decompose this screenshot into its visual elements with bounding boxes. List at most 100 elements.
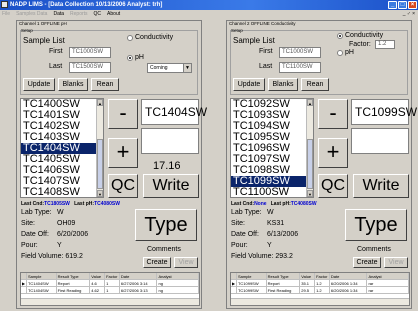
menu-item-samples-data[interactable]: Samples Data xyxy=(16,10,47,19)
grid-header-cell[interactable]: Result Type xyxy=(266,273,301,280)
qc-button[interactable]: QC xyxy=(318,174,348,198)
scroll-up-icon[interactable]: ▲ xyxy=(97,99,103,106)
maximize-button[interactable]: □ xyxy=(398,1,407,9)
list-scrollbar[interactable]: ▲ ▼ xyxy=(96,99,103,197)
first-field[interactable]: TC1000SW xyxy=(69,47,111,58)
grid-cell: 1.2 xyxy=(315,280,330,287)
grid-header-cell[interactable]: Result Type xyxy=(56,273,91,280)
first-label: First xyxy=(259,48,273,55)
type-button[interactable]: Type xyxy=(345,209,407,241)
table-row[interactable]: TC1099SW First Reading 29.5 1.2 6/20/2006 1:… xyxy=(231,287,409,294)
view-button[interactable]: View xyxy=(174,257,198,268)
create-button[interactable]: Create xyxy=(353,257,381,268)
grid-header-cell[interactable]: Sample xyxy=(236,273,267,280)
window-title: NADP LIMS - [Data Collection 10/13/2006 … xyxy=(10,2,163,8)
grid-header-cell[interactable]: Sample xyxy=(26,273,57,280)
minus-button[interactable]: - xyxy=(318,99,348,129)
channel-2-panel: Channel 2 OFFLINE Conductivity Setup Sampl… xyxy=(226,20,417,309)
last-field[interactable]: TC1500SW xyxy=(69,62,111,73)
results-grid: Sample Result Type Value Factor Date Analyst ▶… xyxy=(20,272,200,306)
grid-header-cell[interactable]: Value xyxy=(90,273,106,280)
write-button[interactable]: Write xyxy=(353,174,409,198)
minus-button[interactable]: - xyxy=(108,99,138,129)
field-volume-row: Field Volume: 619.2 xyxy=(21,253,83,260)
table-row[interactable]: ▶ TC1099SW Report 35.1 1.2 6/20/2006 1:34 rar xyxy=(231,280,409,287)
factor-field[interactable]: 1.2 xyxy=(375,40,395,49)
scroll-down-icon[interactable]: ▼ xyxy=(97,190,103,197)
date-off-row: Date Off: 6/20/2006 xyxy=(21,231,88,238)
current-sample-display: TC1404SW xyxy=(141,99,207,125)
last-readings-line: Last Cnd:TC1805SW Last pH:TC4080SW xyxy=(21,201,120,207)
scroll-thumb[interactable] xyxy=(97,139,103,189)
grid-cell: 35.1 xyxy=(300,280,316,287)
lab-type-value: W xyxy=(57,209,64,216)
menu-item-file[interactable]: File xyxy=(2,10,10,19)
conductivity-radio-label: Conductivity xyxy=(135,34,174,41)
first-label: First xyxy=(49,48,63,55)
blanks-button[interactable]: Blanks xyxy=(268,78,298,91)
table-row[interactable]: TC1404SW First Reading 4.62 1 6/27/2006 3:13… xyxy=(21,287,199,294)
qc-button[interactable]: QC xyxy=(108,174,138,198)
create-button[interactable]: Create xyxy=(143,257,171,268)
rean-button[interactable]: Rean xyxy=(91,78,119,91)
scroll-up-icon[interactable]: ▲ xyxy=(307,99,313,106)
pour-row: Pour: Y xyxy=(231,242,272,249)
last-readings-line: Last Cnd:None Last pH:TC4080SW xyxy=(231,201,317,207)
grid-scrollbar[interactable] xyxy=(231,298,409,305)
close-button[interactable]: × xyxy=(408,1,417,9)
grid-header-cell[interactable]: Factor xyxy=(315,273,330,280)
update-button[interactable]: Update xyxy=(233,78,265,91)
grid-header-row: Sample Result Type Value Factor Date Analyst xyxy=(21,273,199,280)
grid-cell: ng xyxy=(157,287,199,294)
list-item[interactable]: TC1408SW xyxy=(21,187,103,198)
list-item[interactable]: TC1100SW xyxy=(231,187,313,198)
menu-item-qc[interactable]: QC xyxy=(94,10,102,19)
grid-header-cell[interactable]: Value xyxy=(300,273,316,280)
channel-title: Channel 1 OFFLINE pH xyxy=(19,21,67,26)
pour-label: Pour: xyxy=(231,242,248,249)
lab-type-row: Lab Type: W xyxy=(21,209,64,216)
view-button[interactable]: View xyxy=(384,257,408,268)
grid-cell: 6/27/2006 3:14 xyxy=(119,280,158,287)
factor-label: Factor: xyxy=(349,41,371,48)
grid-header-cell[interactable]: Factor xyxy=(105,273,120,280)
menu-item-reports[interactable]: Reports xyxy=(70,10,88,19)
site-label: Site: xyxy=(21,220,36,227)
grid-cell: Report xyxy=(56,280,91,287)
rean-button[interactable]: Rean xyxy=(301,78,329,91)
grid-scrollbar[interactable] xyxy=(21,298,199,305)
chevron-down-icon[interactable]: ▼ xyxy=(183,64,191,72)
child-window-controls[interactable]: _ ♂ × xyxy=(403,10,415,19)
scroll-thumb[interactable] xyxy=(307,139,313,189)
scroll-down-icon[interactable]: ▼ xyxy=(307,190,313,197)
write-button[interactable]: Write xyxy=(143,174,199,198)
menu-item-about[interactable]: About xyxy=(107,10,120,19)
grid-header-cell[interactable]: Analyst xyxy=(367,273,409,280)
ph-radio-dot xyxy=(337,49,343,56)
ph-radio[interactable]: pH xyxy=(337,49,354,56)
blanks-button[interactable]: Blanks xyxy=(58,78,88,91)
lab-type-label: Lab Type: xyxy=(231,209,262,216)
conductivity-radio[interactable]: Conductivity xyxy=(127,34,173,41)
type-button[interactable]: Type xyxy=(135,209,197,241)
conductivity-radio[interactable]: Conductivity xyxy=(337,32,383,39)
ph-radio-label: pH xyxy=(135,54,144,61)
grid-cell: 6/20/2006 1:34 xyxy=(329,287,368,294)
grid-header-cell[interactable]: Date xyxy=(329,273,368,280)
grid-header-cell[interactable]: Analyst xyxy=(157,273,199,280)
pour-value: Y xyxy=(57,242,62,249)
sample-listbox[interactable]: TC1400SW TC1401SW TC1402SW TC1403SW TC1404SW… xyxy=(20,98,104,198)
meter-select[interactable]: Corning ▼ xyxy=(147,63,192,73)
last-field[interactable]: TC1100SW xyxy=(279,62,321,73)
minimize-button[interactable]: _ xyxy=(388,1,397,9)
sample-listbox[interactable]: TC1092SW TC1093SW TC1094SW TC1095SW TC1096SW… xyxy=(230,98,314,198)
grid-header-cell[interactable]: Date xyxy=(119,273,158,280)
menu-item-data[interactable]: Data xyxy=(53,10,64,19)
ph-radio[interactable]: pH xyxy=(127,54,144,61)
plus-button[interactable]: + xyxy=(318,138,348,168)
plus-button[interactable]: + xyxy=(108,138,138,168)
list-scrollbar[interactable]: ▲ ▼ xyxy=(306,99,313,197)
update-button[interactable]: Update xyxy=(23,78,55,91)
table-row[interactable]: ▶ TC1404SW Report 4.6 1 6/27/2006 3:14 ng xyxy=(21,280,199,287)
first-field[interactable]: TC1000SW xyxy=(279,47,321,58)
